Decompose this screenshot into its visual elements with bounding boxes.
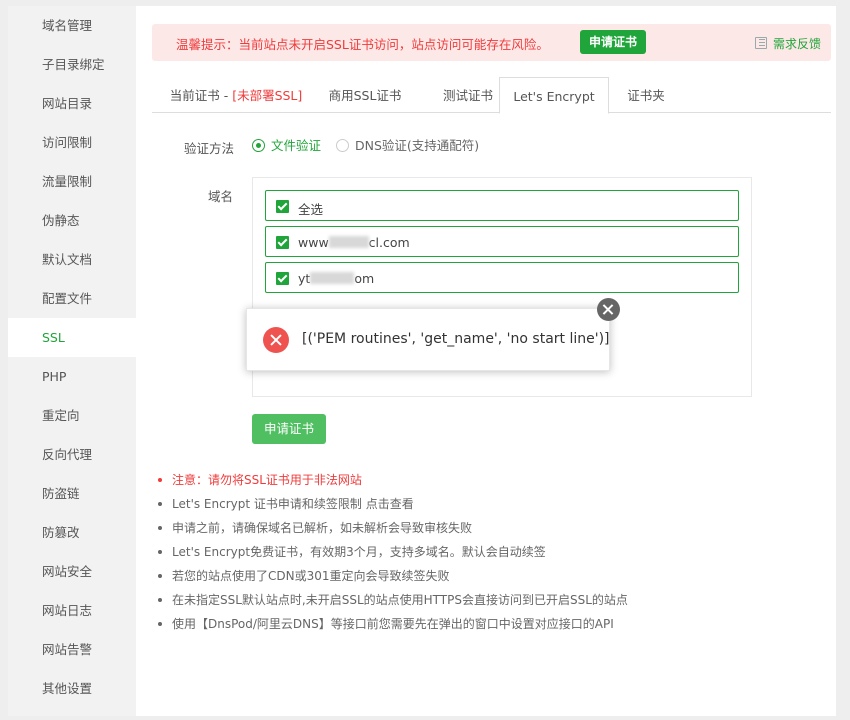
sidebar-item-reverse-proxy[interactable]: 反向代理: [8, 435, 136, 474]
dns-verify-label: DNS验证(支持通配符): [355, 138, 480, 153]
sidebar-item-hotlink-protection[interactable]: 防盗链: [8, 474, 136, 513]
alert-text: 温馨提示：当前站点未开启SSL证书访问，站点访问可能存在风险。: [176, 37, 549, 52]
domain-2-prefix: yt: [298, 271, 311, 286]
note-item: Let's Encrypt免费证书，有效期3个月，支持多域名。默认会自动续签: [156, 540, 816, 564]
domain-2-text: yt om: [298, 271, 374, 286]
sidebar-item-tamper-protection[interactable]: 防篡改: [8, 513, 136, 552]
error-icon: [263, 327, 289, 353]
error-popup: [('PEM routines', 'get_name', 'no start …: [246, 308, 610, 371]
sidebar-item-other-settings[interactable]: 其他设置: [8, 669, 136, 708]
redacted-blur: [310, 272, 355, 284]
select-all-checkbox[interactable]: 全选: [265, 190, 739, 221]
checkbox-checked-icon: [276, 200, 289, 213]
tab-current-label: 当前证书 -: [169, 88, 233, 103]
radio-checked-icon: [252, 139, 265, 152]
note-item: 申请之前，请确保域名已解析，如未解析会导致审核失败: [156, 516, 816, 540]
feedback-label: 需求反馈: [772, 37, 821, 51]
sidebar-item-subdirectory-binding[interactable]: 子目录绑定: [8, 45, 136, 84]
error-message: [('PEM routines', 'get_name', 'no start …: [302, 331, 610, 347]
domain-checkbox-2[interactable]: yt om: [265, 262, 739, 293]
sidebar-item-domain-management[interactable]: 域名管理: [8, 6, 136, 45]
checkbox-checked-icon: [276, 236, 289, 249]
sidebar-item-redirect[interactable]: 重定向: [8, 396, 136, 435]
sidebar-item-traffic-limit[interactable]: 流量限制: [8, 162, 136, 201]
domain-2-suffix: om: [354, 271, 375, 286]
note-item: 注意：请勿将SSL证书用于非法网站: [156, 468, 816, 492]
redacted-blur: [328, 236, 369, 248]
dialog-frame: 域名管理 子目录绑定 网站目录 访问限制 流量限制 伪静态 默认文档 配置文件 …: [0, 0, 850, 720]
sidebar-item-site-logs[interactable]: 网站日志: [8, 591, 136, 630]
sidebar-item-site-directory[interactable]: 网站目录: [8, 84, 136, 123]
domain-1-text: www cl.com: [298, 235, 410, 250]
feedback-link[interactable]: 需求反馈: [754, 35, 821, 52]
file-verify-label: 文件验证: [271, 138, 322, 153]
site-settings-sidebar: 域名管理 子目录绑定 网站目录 访问限制 流量限制 伪静态 默认文档 配置文件 …: [8, 6, 136, 716]
sidebar-item-ssl[interactable]: SSL: [8, 318, 136, 357]
select-all-label: 全选: [298, 202, 324, 217]
domain-1-prefix: www: [298, 235, 329, 250]
verify-method-label: 验证方法: [184, 141, 235, 156]
frame-border-left: [0, 0, 8, 720]
note-item: 若您的站点使用了CDN或301重定向会导致续签失败: [156, 564, 816, 588]
ssl-notes-list: 注意：请勿将SSL证书用于非法网站 Let's Encrypt 证书申请和续签限…: [156, 468, 816, 636]
sidebar-item-access-restriction[interactable]: 访问限制: [8, 123, 136, 162]
note-item-rate-limit-link[interactable]: Let's Encrypt 证书申请和续签限制 点击查看: [156, 492, 816, 516]
file-verify-radio[interactable]: 文件验证: [252, 138, 321, 154]
tab-certificate-folder[interactable]: 证书夹: [616, 77, 676, 113]
sidebar-item-site-security[interactable]: 网站安全: [8, 552, 136, 591]
domain-label: 域名: [208, 189, 234, 204]
tab-lets-encrypt[interactable]: Let's Encrypt: [499, 77, 609, 114]
frame-border-bottom: [0, 716, 850, 720]
sidebar-item-site-alerts[interactable]: 网站告警: [8, 630, 136, 669]
sidebar-item-php[interactable]: PHP: [8, 357, 136, 396]
sidebar-item-default-document[interactable]: 默认文档: [8, 240, 136, 279]
domain-checkbox-1[interactable]: www cl.com: [265, 226, 739, 257]
sidebar-item-config-file[interactable]: 配置文件: [8, 279, 136, 318]
checkbox-checked-icon: [276, 272, 289, 285]
radio-unchecked-icon: [336, 139, 349, 152]
edit-icon: [754, 37, 767, 49]
domain-1-suffix: cl.com: [368, 235, 410, 250]
tab-test-certificate[interactable]: 测试证书: [428, 77, 508, 113]
apply-certificate-button[interactable]: 申请证书: [252, 414, 326, 444]
close-icon[interactable]: [597, 298, 620, 321]
note-item: 使用【DnsPod/阿里云DNS】等接口前您需要先在弹出的窗口中设置对应接口的A…: [156, 612, 816, 636]
sidebar-item-rewrite[interactable]: 伪静态: [8, 201, 136, 240]
frame-border-right: [836, 0, 850, 720]
tab-commercial-ssl[interactable]: 商用SSL证书: [320, 77, 410, 113]
alert-apply-certificate-button[interactable]: 申请证书: [580, 30, 646, 54]
ssl-warning-alert: 温馨提示：当前站点未开启SSL证书访问，站点访问可能存在风险。 申请证书 需求反…: [152, 24, 831, 61]
tab-current-certificate[interactable]: 当前证书 - [未部署SSL]: [168, 77, 304, 113]
dns-verify-radio[interactable]: DNS验证(支持通配符): [336, 138, 479, 154]
tab-current-status: [未部署SSL]: [232, 88, 303, 103]
note-item: 在未指定SSL默认站点时,未开启SSL的站点使用HTTPS会直接访问到已开启SS…: [156, 588, 816, 612]
ssl-tabs: 当前证书 - [未部署SSL] 商用SSL证书 测试证书 Let's Encry…: [152, 77, 831, 114]
